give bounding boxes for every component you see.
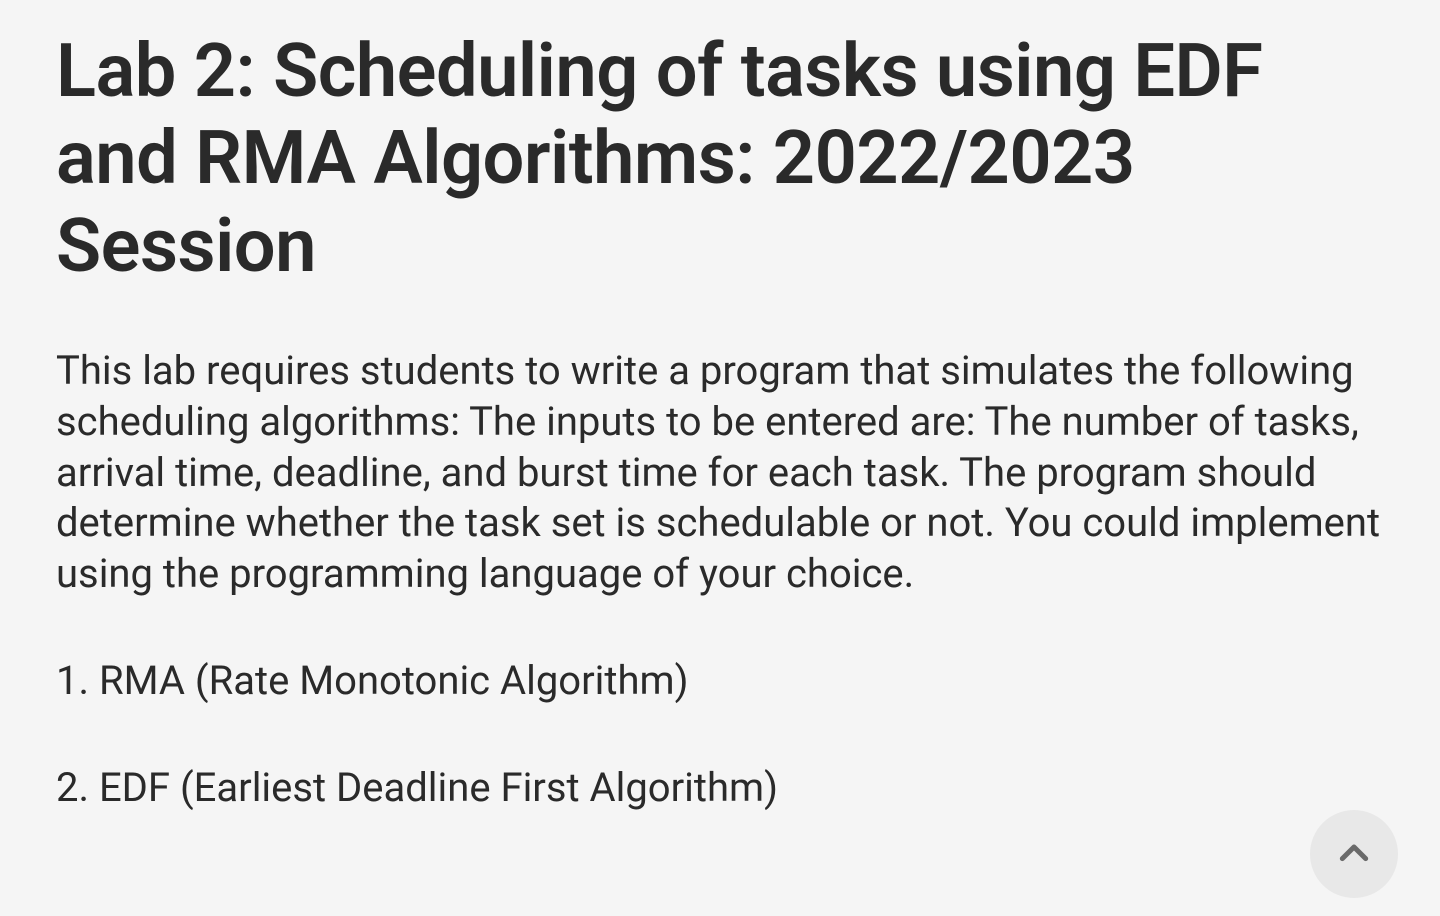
document-container: Lab 2: Scheduling of tasks using EDF and… (0, 0, 1440, 916)
list-item: 1. RMA (Rate Monotonic Algorithm) (56, 656, 1384, 707)
list-item: 2. EDF (Earliest Deadline First Algorith… (56, 763, 1384, 814)
document-title: Lab 2: Scheduling of tasks using EDF and… (56, 28, 1384, 290)
document-description: This lab requires students to write a pr… (56, 346, 1384, 600)
chevron-up-icon (1334, 832, 1374, 876)
scroll-up-button[interactable] (1310, 810, 1398, 898)
